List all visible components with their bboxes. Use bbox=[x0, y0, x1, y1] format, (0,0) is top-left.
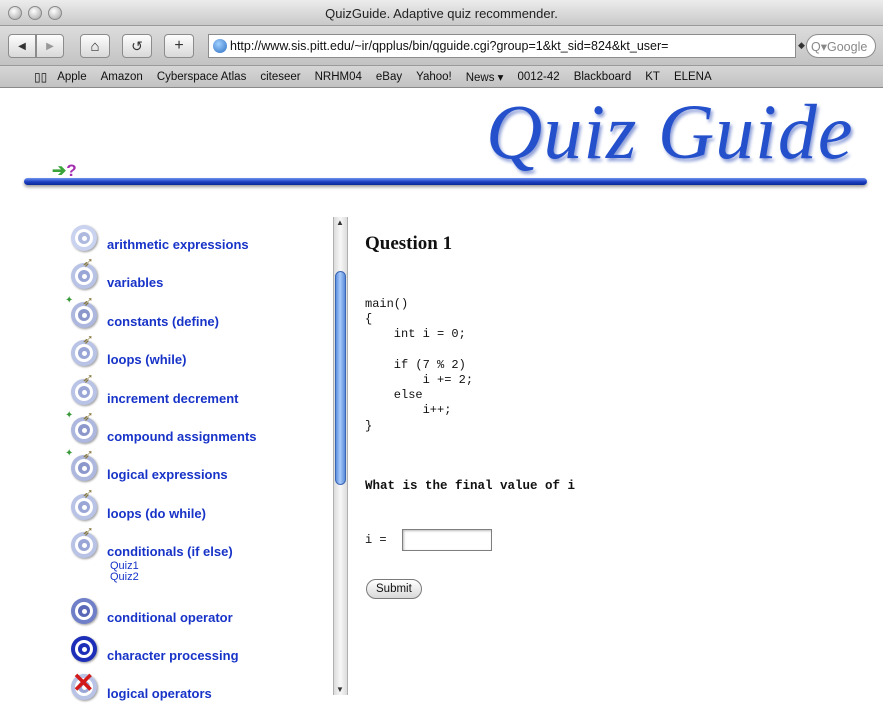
topic-item[interactable]: ➶ increment decrement bbox=[70, 370, 239, 406]
scroll-thumb[interactable] bbox=[335, 271, 346, 485]
topic-label[interactable]: arithmetic expressions bbox=[107, 237, 249, 252]
topic-item[interactable]: character processing bbox=[70, 635, 239, 663]
topic-item[interactable]: ➶ ✦ logical expressions bbox=[65, 446, 228, 482]
browser-toolbar: ◀ ▶ ⌂ ↺ + http://www.sis.pitt.edu/~ir/qp… bbox=[0, 26, 883, 66]
target-arrow-icon: ➶ bbox=[70, 523, 98, 559]
plus-icon: + bbox=[174, 37, 184, 54]
target-arrow-icon: ➶ bbox=[70, 485, 98, 521]
question-pane: Question 1 main() { int i = 0; if (7 % 2… bbox=[365, 217, 865, 697]
topic-item[interactable]: ➶ ✦ constants (define) bbox=[65, 293, 219, 329]
answer-label: i = bbox=[365, 533, 387, 547]
address-text: http://www.sis.pitt.edu/~ir/qpplus/bin/q… bbox=[230, 39, 669, 53]
quiz-link[interactable]: Quiz2 bbox=[110, 572, 139, 583]
target-light-icon bbox=[70, 224, 98, 252]
topic-label[interactable]: loops (do while) bbox=[107, 506, 206, 521]
bookmark-apple[interactable]: Apple bbox=[57, 71, 86, 83]
scroll-down-arrow-icon[interactable]: ▼ bbox=[336, 685, 344, 694]
target-arrows-icon: ➶ ✦ bbox=[65, 446, 98, 482]
topic-label[interactable]: increment decrement bbox=[107, 391, 239, 406]
bookmark-citeseer[interactable]: citeseer bbox=[260, 71, 300, 83]
target-arrow-icon: ➶ bbox=[70, 254, 98, 290]
bookmark-elena[interactable]: ELENA bbox=[674, 71, 712, 83]
address-bar[interactable]: http://www.sis.pitt.edu/~ir/qpplus/bin/q… bbox=[208, 34, 796, 58]
search-placeholder: Q▾Google bbox=[811, 39, 868, 54]
target-arrows-icon: ➶ ✦ bbox=[65, 408, 98, 444]
topic-item[interactable]: arithmetic expressions bbox=[70, 224, 249, 252]
bookmark-yahoo[interactable]: Yahoo! bbox=[416, 71, 452, 83]
target-medium-icon bbox=[70, 597, 98, 625]
header-divider bbox=[24, 178, 867, 185]
reload-icon: ↺ bbox=[131, 37, 143, 54]
topic-list: arithmetic expressions ➶ variables ➶ ✦ co… bbox=[0, 217, 330, 707]
topic-label[interactable]: loops (while) bbox=[107, 352, 186, 367]
bookmark-kt[interactable]: KT bbox=[645, 71, 660, 83]
answer-input[interactable] bbox=[402, 529, 492, 551]
topic-item[interactable]: conditional operator bbox=[70, 597, 233, 625]
add-bookmark-button[interactable]: + bbox=[164, 34, 194, 58]
forward-button[interactable]: ▶ bbox=[36, 34, 64, 58]
search-field[interactable]: Q▾Google bbox=[806, 34, 876, 58]
topic-item[interactable]: ➶ loops (while) bbox=[70, 331, 186, 367]
book-icon[interactable]: ▯▯ bbox=[34, 70, 47, 84]
topic-label[interactable]: constants (define) bbox=[107, 314, 219, 329]
home-icon: ⌂ bbox=[90, 37, 100, 55]
topic-label[interactable]: variables bbox=[107, 275, 163, 290]
target-arrow-icon: ➶ bbox=[70, 370, 98, 406]
window-title: QuizGuide. Adaptive quiz recommender. bbox=[325, 6, 558, 21]
bookmark-blackboard[interactable]: Blackboard bbox=[574, 71, 632, 83]
back-button[interactable]: ◀ bbox=[8, 34, 36, 58]
topic-label[interactable]: conditionals (if else) bbox=[107, 544, 233, 559]
topic-item[interactable]: ✕ logical operators bbox=[70, 670, 212, 701]
reload-button[interactable]: ↺ bbox=[122, 34, 152, 58]
target-arrows-icon: ➶ ✦ bbox=[65, 293, 98, 329]
topic-item[interactable]: ➶ conditionals (if else) bbox=[70, 523, 233, 559]
bookmark-0012-42[interactable]: 0012-42 bbox=[517, 71, 559, 83]
globe-icon bbox=[213, 39, 227, 53]
topic-list-scrollbar[interactable]: ▲ ▼ bbox=[333, 217, 348, 695]
bookmark-cyberspace-atlas[interactable]: Cyberspace Atlas bbox=[157, 71, 247, 83]
forward-arrow-icon: ▶ bbox=[46, 40, 54, 52]
topic-item[interactable]: ➶ variables bbox=[70, 254, 163, 290]
topic-label[interactable]: conditional operator bbox=[107, 610, 233, 625]
question-prompt: What is the final value of i bbox=[365, 479, 576, 493]
submit-button[interactable]: Submit bbox=[366, 579, 422, 599]
bookmarks-bar: ▯▯ Apple Amazon Cyberspace Atlas citesee… bbox=[0, 66, 883, 88]
topic-item[interactable]: ➶ loops (do while) bbox=[70, 485, 206, 521]
bookmark-nrhm04[interactable]: NRHM04 bbox=[315, 71, 362, 83]
back-arrow-icon: ◀ bbox=[18, 40, 26, 52]
topic-label[interactable]: logical operators bbox=[107, 686, 212, 701]
topic-label[interactable]: character processing bbox=[107, 648, 239, 663]
home-button[interactable]: ⌂ bbox=[80, 34, 110, 58]
scroll-up-arrow-icon[interactable]: ▲ bbox=[336, 218, 344, 227]
target-crossed-icon: ✕ bbox=[70, 670, 98, 701]
snapback-icon[interactable]: ◆ bbox=[798, 40, 805, 51]
code-listing: main() { int i = 0; if (7 % 2) i += 2; e… bbox=[365, 297, 474, 433]
bookmark-ebay[interactable]: eBay bbox=[376, 71, 402, 83]
topic-label[interactable]: compound assignments bbox=[107, 429, 257, 444]
topic-item[interactable]: ➶ ✦ compound assignments bbox=[65, 408, 257, 444]
window-titlebar: QuizGuide. Adaptive quiz recommender. bbox=[0, 0, 883, 26]
question-title: Question 1 bbox=[365, 233, 453, 254]
target-arrow-icon: ➶ bbox=[70, 331, 98, 367]
quiz-guide-logo: Quiz Guide bbox=[486, 89, 854, 175]
target-dark-icon bbox=[70, 635, 98, 663]
bookmark-news[interactable]: News ▾ bbox=[466, 70, 504, 84]
web-page: Quiz Guide ➔? arithmetic expressions ➶ v… bbox=[0, 89, 883, 707]
bookmark-amazon[interactable]: Amazon bbox=[101, 71, 143, 83]
topic-label[interactable]: logical expressions bbox=[107, 467, 228, 482]
